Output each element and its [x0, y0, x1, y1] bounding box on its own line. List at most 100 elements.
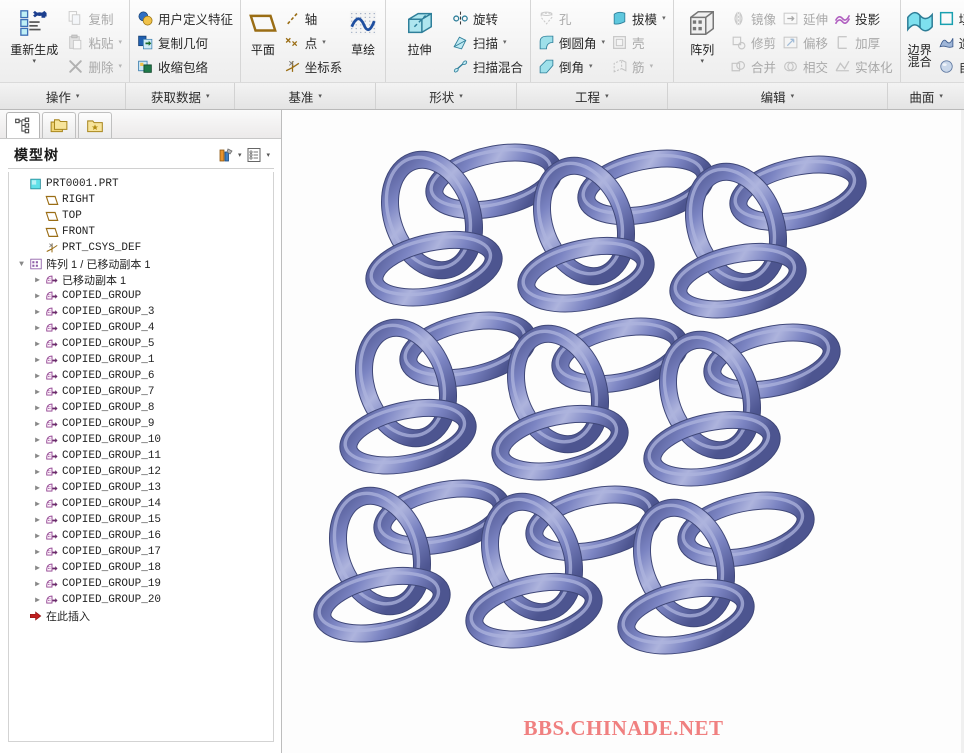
chevron-down-icon[interactable]: ▾	[322, 38, 326, 46]
tree-item[interactable]: 在此插入	[9, 608, 273, 624]
button-sketch[interactable]: 草绘	[345, 3, 381, 57]
button-point[interactable]: 点 ▾	[281, 30, 346, 54]
chevron-right-icon[interactable]: ▶	[31, 595, 44, 605]
ribbon-group-label-surfaces[interactable]: 曲面 ▾	[888, 83, 964, 109]
tree-item[interactable]: ▶ COPIED_GROUP_6	[9, 368, 273, 384]
panel-tab-favorites-tab[interactable]	[78, 112, 112, 138]
tree-item[interactable]: ▶ COPIED_GROUP_14	[9, 496, 273, 512]
tree-item[interactable]: ▶ COPIED_GROUP_7	[9, 384, 273, 400]
panel-tab-folder-browser-tab[interactable]	[42, 112, 76, 138]
tree-item[interactable]: ▶ COPIED_GROUP_18	[9, 560, 273, 576]
button-round[interactable]: 倒圆角 ▾	[535, 30, 608, 54]
chevron-right-icon[interactable]: ▶	[31, 291, 44, 301]
tools-icon-button[interactable]: ▾	[217, 146, 241, 164]
chevron-down-icon[interactable]: ▾	[76, 92, 80, 100]
chevron-down-icon[interactable]: ▾	[589, 62, 593, 70]
chevron-right-icon[interactable]: ▶	[31, 275, 44, 285]
button-copy-geometry[interactable]: 复制几何	[134, 30, 236, 54]
ribbon-group-label-editing[interactable]: 编辑 ▾	[668, 83, 889, 109]
ribbon-group-label-shapes[interactable]: 形状 ▾	[376, 83, 517, 109]
chevron-right-icon[interactable]: ▶	[31, 435, 44, 445]
chevron-right-icon[interactable]: ▶	[31, 499, 44, 509]
chevron-right-icon[interactable]: ▶	[31, 515, 44, 525]
display-settings-button[interactable]: ▾	[245, 146, 270, 164]
chevron-down-icon[interactable]: ▾	[939, 92, 943, 100]
chevron-down-icon[interactable]: ▾	[118, 62, 122, 70]
tree-item[interactable]: ▶ COPIED_GROUP_9	[9, 416, 273, 432]
tree-item[interactable]: ▶ 已移动副本 1	[9, 272, 273, 288]
chevron-right-icon[interactable]: ▶	[31, 355, 44, 365]
tree-item[interactable]: ▶ COPIED_GROUP_20	[9, 592, 273, 608]
ribbon-group-label-operations[interactable]: 操作 ▾	[0, 83, 127, 109]
button-swept-blend[interactable]: 扫描混合	[449, 54, 526, 78]
ribbon-group-label-datum[interactable]: 基准 ▾	[235, 83, 377, 109]
chevron-right-icon[interactable]: ▶	[31, 563, 44, 573]
chevron-down-icon[interactable]: ▾	[605, 92, 609, 100]
model-tree-list[interactable]: PRT0001.PRT RIGHT TOP FRONT PRT_CSYS_DEF ▼ 阵列 …	[8, 172, 274, 742]
button-chamfer[interactable]: 倒角 ▾	[535, 54, 608, 78]
tree-item[interactable]: ▶ COPIED_GROUP_19	[9, 576, 273, 592]
chevron-right-icon[interactable]: ▶	[31, 371, 44, 381]
chevron-right-icon[interactable]: ▶	[31, 579, 44, 589]
tree-item[interactable]: ▼ 阵列 1 / 已移动副本 1	[9, 256, 273, 272]
button-sweep[interactable]: 扫描 ▾	[449, 30, 526, 54]
button-fill[interactable]: 填充	[935, 6, 964, 30]
panel-tab-model-tree-tab[interactable]	[6, 112, 40, 138]
tree-item[interactable]: PRT_CSYS_DEF	[9, 240, 273, 256]
tree-item[interactable]: ▶ COPIED_GROUP_13	[9, 480, 273, 496]
button-boundary-blend[interactable]: 边界 混合	[905, 3, 935, 68]
tree-item[interactable]: ▶ COPIED_GROUP_16	[9, 528, 273, 544]
chevron-right-icon[interactable]: ▶	[31, 547, 44, 557]
ribbon-group-label-engineering[interactable]: 工程 ▾	[517, 83, 668, 109]
button-user-defined-feature[interactable]: 用户定义特征	[134, 6, 236, 30]
button-pattern[interactable]: 阵列 ▾	[678, 3, 727, 66]
tree-item[interactable]: TOP	[9, 208, 273, 224]
tree-item[interactable]: ▶ COPIED_GROUP_5	[9, 336, 273, 352]
tree-item[interactable]: RIGHT	[9, 192, 273, 208]
button-revolve[interactable]: 旋转	[449, 6, 526, 30]
tree-item[interactable]: ▶ COPIED_GROUP_12	[9, 464, 273, 480]
chevron-down-icon[interactable]: ▾	[459, 92, 463, 100]
chevron-down-icon[interactable]: ▾	[32, 58, 36, 66]
ribbon-group-label-get-data[interactable]: 获取数据 ▾	[126, 83, 236, 109]
chevron-right-icon[interactable]: ▶	[31, 467, 44, 477]
tree-item[interactable]: ▶ COPIED_GROUP_3	[9, 304, 273, 320]
chainmail-lattice-model[interactable]	[282, 110, 964, 753]
chevron-right-icon[interactable]: ▶	[31, 419, 44, 429]
tree-item[interactable]: ▶ COPIED_GROUP_8	[9, 400, 273, 416]
chevron-down-icon[interactable]: ▾	[206, 92, 210, 100]
button-project[interactable]: 投影	[831, 6, 896, 30]
button-freestyle[interactable]: 自由式	[935, 54, 964, 78]
tree-item[interactable]: ▶ COPIED_GROUP	[9, 288, 273, 304]
button-plane[interactable]: 平面	[245, 3, 281, 57]
button-style[interactable]: 造型	[935, 30, 964, 54]
chevron-right-icon[interactable]: ▶	[31, 451, 44, 461]
chevron-down-icon[interactable]: ▾	[318, 92, 322, 100]
tree-item[interactable]: ▶ COPIED_GROUP_15	[9, 512, 273, 528]
tree-item[interactable]: PRT0001.PRT	[9, 176, 273, 192]
button-draft[interactable]: 拔模 ▾	[608, 6, 669, 30]
chevron-right-icon[interactable]: ▶	[31, 307, 44, 317]
tree-item[interactable]: ▶ COPIED_GROUP_1	[9, 352, 273, 368]
chevron-down-icon[interactable]: ▾	[503, 38, 507, 46]
button-shrinkwrap[interactable]: 收缩包络	[134, 54, 236, 78]
chevron-right-icon[interactable]: ▶	[31, 387, 44, 397]
button-regenerate[interactable]: 重新生成 ▾	[4, 3, 64, 66]
tree-item[interactable]: ▶ COPIED_GROUP_10	[9, 432, 273, 448]
3d-graphics-viewport[interactable]: BBS.CHINADE.NET	[281, 110, 964, 753]
chevron-down-icon[interactable]: ▾	[701, 58, 705, 66]
chevron-right-icon[interactable]: ▶	[31, 531, 44, 541]
chevron-right-icon[interactable]: ▶	[31, 323, 44, 333]
chevron-down-icon[interactable]: ▾	[662, 14, 666, 22]
tree-item[interactable]: FRONT	[9, 224, 273, 240]
chevron-down-icon[interactable]: ▼	[15, 260, 28, 269]
chevron-right-icon[interactable]: ▶	[31, 403, 44, 413]
chevron-right-icon[interactable]: ▶	[31, 483, 44, 493]
chevron-down-icon[interactable]: ▾	[602, 38, 606, 46]
chevron-down-icon[interactable]: ▾	[118, 38, 122, 46]
button-axis[interactable]: 轴	[281, 6, 346, 30]
button-coordinate-system[interactable]: 坐标系	[281, 54, 346, 78]
chevron-down-icon[interactable]: ▾	[791, 92, 795, 100]
tree-item[interactable]: ▶ COPIED_GROUP_11	[9, 448, 273, 464]
tree-item[interactable]: ▶ COPIED_GROUP_4	[9, 320, 273, 336]
